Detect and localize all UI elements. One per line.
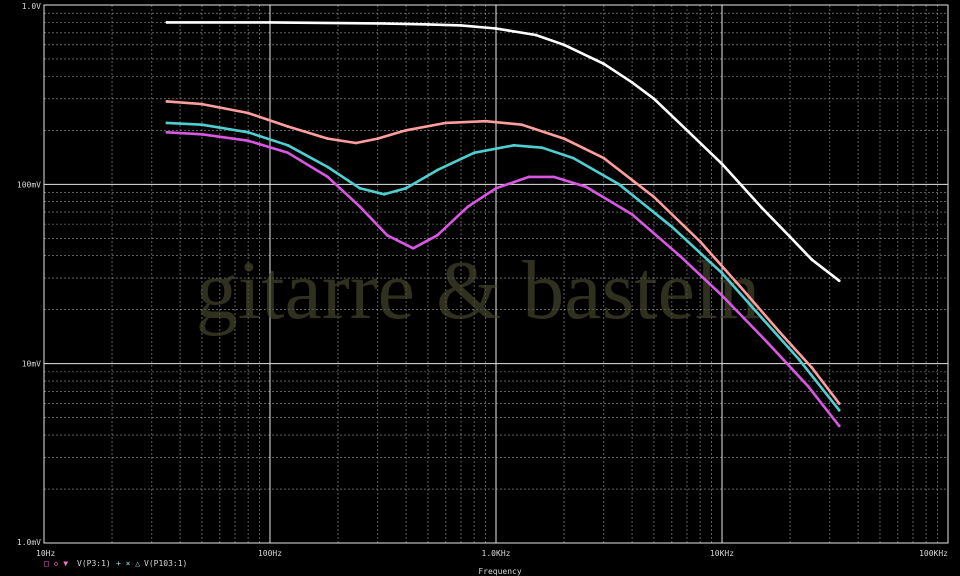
data-point [246, 139, 250, 143]
data-point [837, 279, 841, 283]
data-point [358, 205, 362, 209]
y-tick-label: 1.0mV [17, 538, 41, 547]
data-point [630, 81, 634, 84]
data-point [459, 23, 463, 27]
y-tick-label: 1.0V [22, 2, 41, 11]
watermark-text: gitarre & basteln [196, 244, 760, 337]
data-point [562, 137, 566, 140]
data-point [200, 132, 204, 136]
legend-markers-2: + × △ [116, 559, 140, 568]
data-point [165, 121, 169, 125]
data-point [534, 33, 538, 37]
data-point [810, 258, 814, 262]
data-point [602, 62, 606, 66]
data-point [286, 125, 290, 128]
data-point [472, 151, 476, 155]
data-point [426, 22, 430, 26]
x-tick-label: 100KHz [919, 549, 948, 558]
data-point [678, 254, 682, 258]
data-point [286, 151, 290, 155]
data-point [520, 123, 524, 127]
data-point [411, 246, 415, 250]
data-point [685, 128, 689, 132]
data-point [552, 175, 556, 179]
data-point [720, 162, 724, 166]
data-point [738, 284, 742, 288]
data-point [385, 233, 389, 237]
data-point [810, 366, 814, 370]
data-point [200, 123, 204, 127]
data-point [652, 97, 656, 101]
data-point [165, 100, 169, 103]
data-point [571, 156, 575, 160]
data-point [512, 143, 516, 147]
data-point [494, 186, 498, 190]
data-point [562, 43, 566, 47]
y-tick-label: 10mV [22, 360, 41, 369]
data-point [837, 408, 841, 412]
x-axis-title: Frequency [478, 567, 522, 576]
data-point [358, 186, 362, 190]
y-tick-label: 100mV [17, 180, 41, 189]
data-point [165, 20, 169, 24]
data-point [788, 235, 792, 239]
x-tick-label: 100Hz [258, 549, 282, 558]
data-point [376, 137, 380, 140]
chart-stage: gitarre & basteln 10Hz 100Hz 1.0KHz 10KHz 10… [0, 0, 960, 576]
data-point [698, 240, 702, 243]
data-point [584, 185, 588, 189]
legend: □ ◇ ▼ V(P3:1) + × △ V(P103:1) [44, 559, 187, 568]
data-point [444, 121, 448, 125]
data-point [766, 341, 770, 345]
data-point [435, 168, 439, 172]
data-point [376, 21, 380, 25]
data-point [494, 27, 498, 30]
data-point [760, 316, 764, 320]
data-point [246, 111, 250, 115]
data-point [435, 233, 439, 237]
bode-plot: gitarre & basteln 10Hz 100Hz 1.0KHz 10KHz 10… [17, 2, 949, 576]
x-tick-label: 10KHz [710, 549, 734, 558]
data-point [602, 156, 606, 160]
data-point [720, 271, 724, 275]
legend-label-2: V(P103:1) [144, 559, 187, 568]
data-point [806, 384, 810, 388]
data-point [797, 358, 801, 362]
data-point [617, 182, 621, 186]
data-point [200, 102, 204, 106]
x-tick-label: 1.0KHz [482, 549, 511, 558]
data-point [540, 146, 544, 150]
data-point [484, 119, 488, 123]
series-line-1 [165, 21, 841, 282]
data-point [466, 205, 470, 209]
data-point [165, 130, 169, 134]
data-point [382, 192, 386, 196]
data-point [326, 137, 330, 140]
legend-markers-1: □ ◇ ▼ [44, 559, 68, 568]
data-point [670, 225, 674, 229]
series-layer [165, 20, 841, 428]
x-tick-label: 10Hz [36, 549, 55, 558]
data-point [404, 128, 408, 132]
data-point [760, 206, 764, 210]
data-point [246, 130, 250, 134]
data-point [286, 143, 290, 147]
data-point [326, 165, 330, 169]
data-point [720, 294, 724, 297]
data-point [837, 424, 841, 428]
data-point [404, 186, 408, 190]
data-point [527, 175, 531, 179]
data-point [268, 20, 272, 24]
legend-label-1: V(P3:1) [77, 559, 111, 568]
data-point [778, 330, 782, 334]
data-point [837, 402, 841, 405]
data-point [630, 212, 634, 216]
data-point [354, 141, 358, 145]
data-point [326, 175, 330, 179]
data-point [652, 195, 656, 199]
